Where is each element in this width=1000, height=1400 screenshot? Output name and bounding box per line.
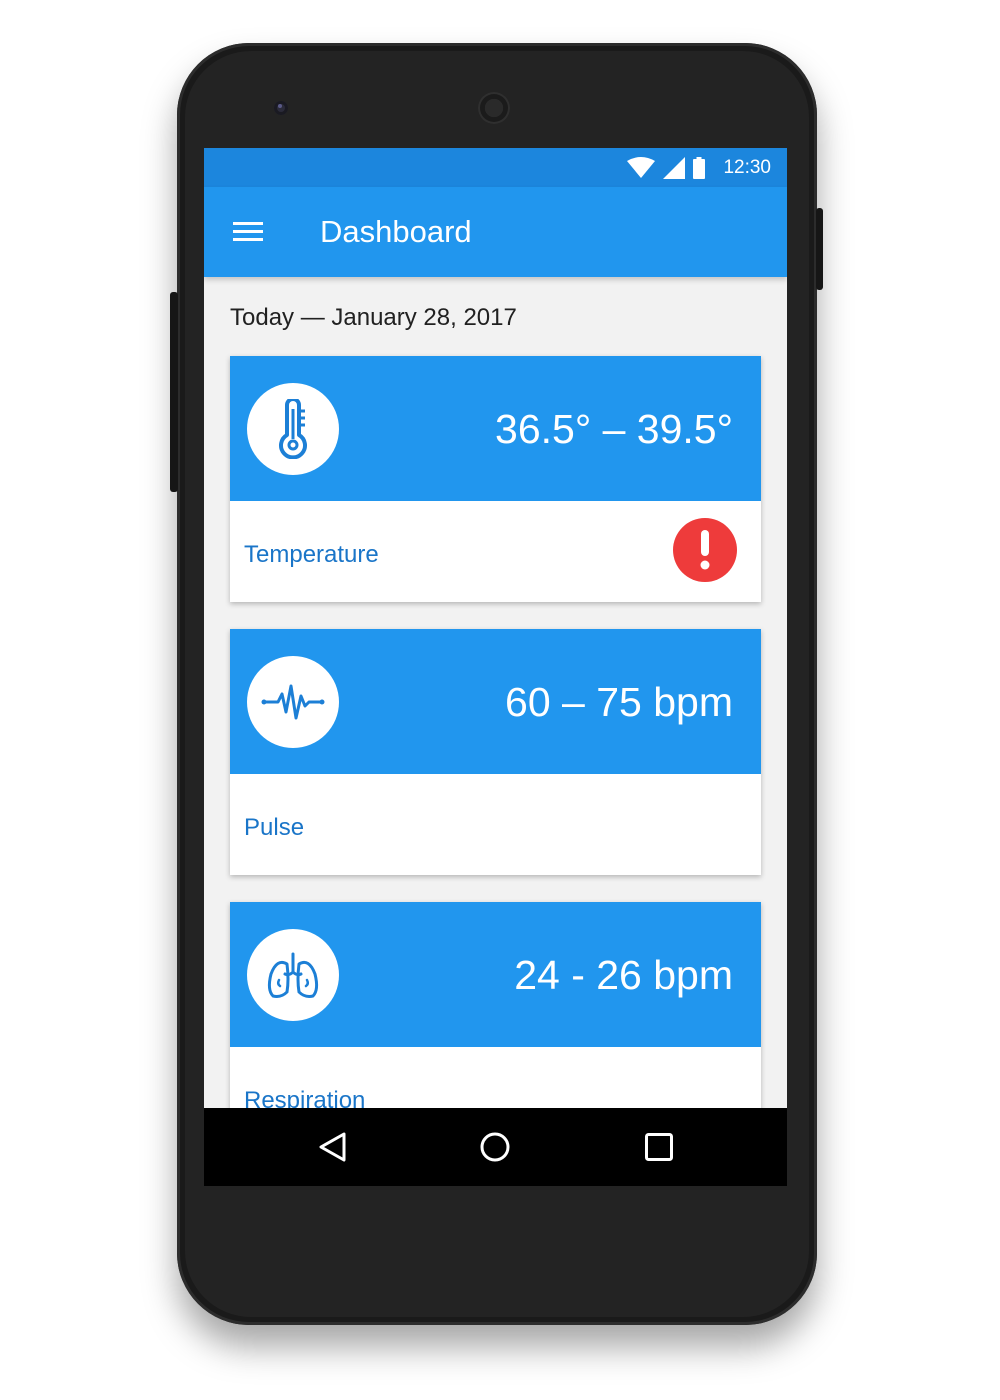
status-bar: 12:30	[204, 148, 787, 187]
temperature-value: 36.5° – 39.5°	[495, 406, 733, 452]
home-button[interactable]	[474, 1126, 516, 1168]
lungs-icon	[247, 929, 339, 1021]
wifi-icon	[627, 157, 656, 178]
recents-icon	[645, 1133, 673, 1161]
card-header: 36.5° – 39.5°	[230, 356, 761, 501]
temperature-card[interactable]: 36.5° – 39.5° Temperature	[230, 356, 761, 602]
page-title: Dashboard	[320, 214, 472, 249]
card-header: 24 - 26 bpm	[230, 902, 761, 1047]
stage: 12:30 Dashboard Today — January 28, 2017	[0, 0, 1000, 1400]
recents-button[interactable]	[638, 1126, 680, 1168]
respiration-value: 24 - 26 bpm	[514, 952, 733, 998]
pulse-card[interactable]: 60 – 75 bpm Pulse	[230, 629, 761, 875]
status-time: 12:30	[723, 157, 771, 178]
home-icon	[480, 1132, 510, 1162]
status-icons: 12:30	[627, 156, 771, 180]
pulse-label: Pulse	[244, 814, 305, 841]
date-label: Today — January 28, 2017	[230, 304, 517, 331]
back-icon	[319, 1132, 346, 1162]
screen: 12:30 Dashboard Today — January 28, 2017	[204, 148, 787, 1186]
front-camera-icon	[274, 101, 288, 115]
app-bar: Dashboard	[204, 187, 787, 277]
earpiece-speaker-icon	[478, 92, 510, 124]
thermometer-icon	[247, 383, 339, 475]
card-header: 60 – 75 bpm	[230, 629, 761, 774]
pulse-value: 60 – 75 bpm	[505, 679, 733, 725]
menu-button[interactable]	[232, 217, 266, 247]
menu-icon	[233, 222, 263, 241]
signal-icon	[663, 157, 686, 179]
battery-icon	[693, 157, 706, 179]
back-button[interactable]	[312, 1126, 354, 1168]
heartbeat-icon	[247, 656, 339, 748]
navigation-bar	[204, 1108, 787, 1186]
volume-button	[170, 292, 178, 492]
alert-icon[interactable]	[673, 518, 737, 582]
temperature-label: Temperature	[244, 541, 379, 568]
power-button	[816, 208, 823, 290]
